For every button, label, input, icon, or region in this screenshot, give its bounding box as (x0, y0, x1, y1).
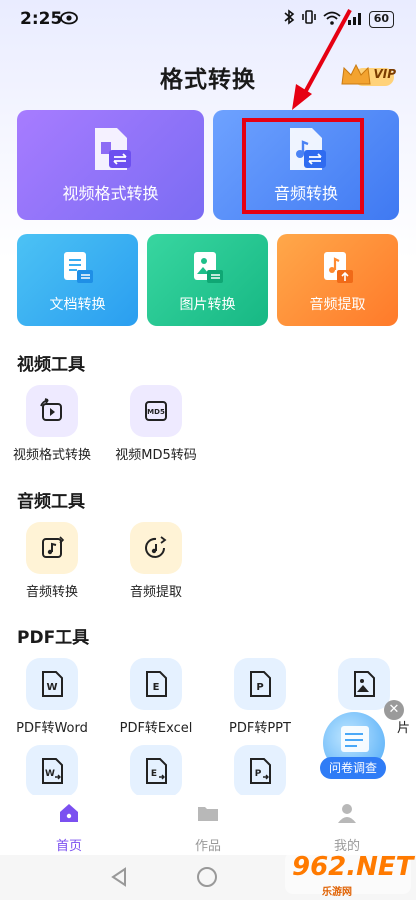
tool-label: PDF转PPT (229, 721, 291, 736)
video-format-convert-card[interactable]: 视频格式转换 (17, 110, 204, 220)
svg-text:E: E (153, 682, 160, 693)
excel-file-icon: E (130, 658, 182, 710)
svg-text:MD5: MD5 (147, 408, 165, 416)
vip-label[interactable]: VIP (373, 67, 396, 81)
video-format-convert-label: 视频格式转换 (62, 184, 159, 203)
tool-audio-convert[interactable]: 音频转换 (2, 522, 102, 600)
watermark-subtext: 乐游网 (322, 887, 352, 898)
battery-indicator: 60 (368, 10, 394, 28)
annotation-highlight-box (242, 118, 364, 214)
survey-button[interactable]: 问卷调查 (320, 757, 386, 779)
audio-tools-title: 音频工具 (17, 492, 85, 512)
status-time: 2:25 (20, 9, 63, 29)
tool-video-format-convert[interactable]: 视频格式转换 (2, 385, 102, 463)
image-convert-card[interactable]: 图片转换 (147, 234, 268, 326)
user-icon (338, 804, 356, 823)
tool-label: PDF转Excel (119, 721, 193, 736)
nav-mine[interactable]: 我的 (312, 801, 382, 854)
folder-icon (198, 807, 218, 821)
tool-pdf-to-excel[interactable]: E PDF转Excel (106, 658, 206, 736)
nav-home[interactable]: 首页 (34, 801, 104, 854)
pdf-tools-title: PDF工具 (17, 628, 90, 648)
tool-word-to-pdf[interactable]: W (2, 745, 102, 797)
home-icon (60, 804, 78, 822)
tool-label: 视频格式转换 (12, 448, 91, 463)
ppt-file-icon: P (234, 658, 286, 710)
ppt-convert-icon: P (234, 745, 286, 797)
tool-label: 音频提取 (129, 585, 182, 600)
word-file-icon: W (26, 658, 78, 710)
tool-pdf-to-ppt[interactable]: P PDF转PPT (210, 658, 310, 736)
audio-extract-tool-icon (130, 522, 182, 574)
image-file-icon (191, 250, 225, 290)
video-convert-icon (26, 385, 78, 437)
image-icon (338, 658, 390, 710)
tool-excel-to-pdf[interactable]: E (106, 745, 206, 797)
audio-extract-label: 音频提取 (309, 297, 366, 313)
tool-label: 音频转换 (25, 585, 78, 600)
excel-convert-icon: E (130, 745, 182, 797)
audio-convert-icon (26, 522, 78, 574)
nav-works[interactable]: 作品 (173, 801, 243, 854)
audio-extract-card[interactable]: 音频提取 (277, 234, 398, 326)
home-button-icon[interactable] (197, 867, 217, 887)
md5-icon: MD5 (130, 385, 182, 437)
eye-icon (60, 10, 78, 29)
word-convert-icon: W (26, 745, 78, 797)
tool-ppt-to-pdf[interactable]: P (210, 745, 310, 797)
document-icon (61, 250, 95, 290)
image-convert-label: 图片转换 (179, 297, 236, 313)
svg-text:W: W (45, 769, 55, 779)
svg-text:W: W (46, 682, 57, 693)
doc-convert-card[interactable]: 文档转换 (17, 234, 138, 326)
svg-text:P: P (256, 682, 263, 693)
tool-pdf-to-word[interactable]: W PDF转Word (2, 658, 102, 736)
svg-text:E: E (151, 769, 157, 779)
tool-label: 视频MD5转码 (115, 448, 197, 463)
tool-label: PDF转Word (16, 721, 88, 736)
video-file-icon (89, 126, 133, 178)
watermark-text: 962.NET (292, 852, 414, 882)
close-icon[interactable]: ✕ (384, 700, 404, 720)
doc-convert-label: 文档转换 (49, 297, 106, 313)
tool-video-md5[interactable]: MD5 视频MD5转码 (106, 385, 206, 463)
nav-home-label: 首页 (55, 839, 82, 854)
video-tools-title: 视频工具 (17, 355, 85, 375)
tool-audio-extract[interactable]: 音频提取 (106, 522, 206, 600)
nav-works-label: 作品 (194, 839, 221, 854)
audio-extract-icon (321, 250, 355, 290)
back-icon[interactable] (110, 867, 128, 891)
svg-text:P: P (255, 769, 262, 779)
bottom-navigation: 首页 作品 我的 (0, 795, 416, 855)
